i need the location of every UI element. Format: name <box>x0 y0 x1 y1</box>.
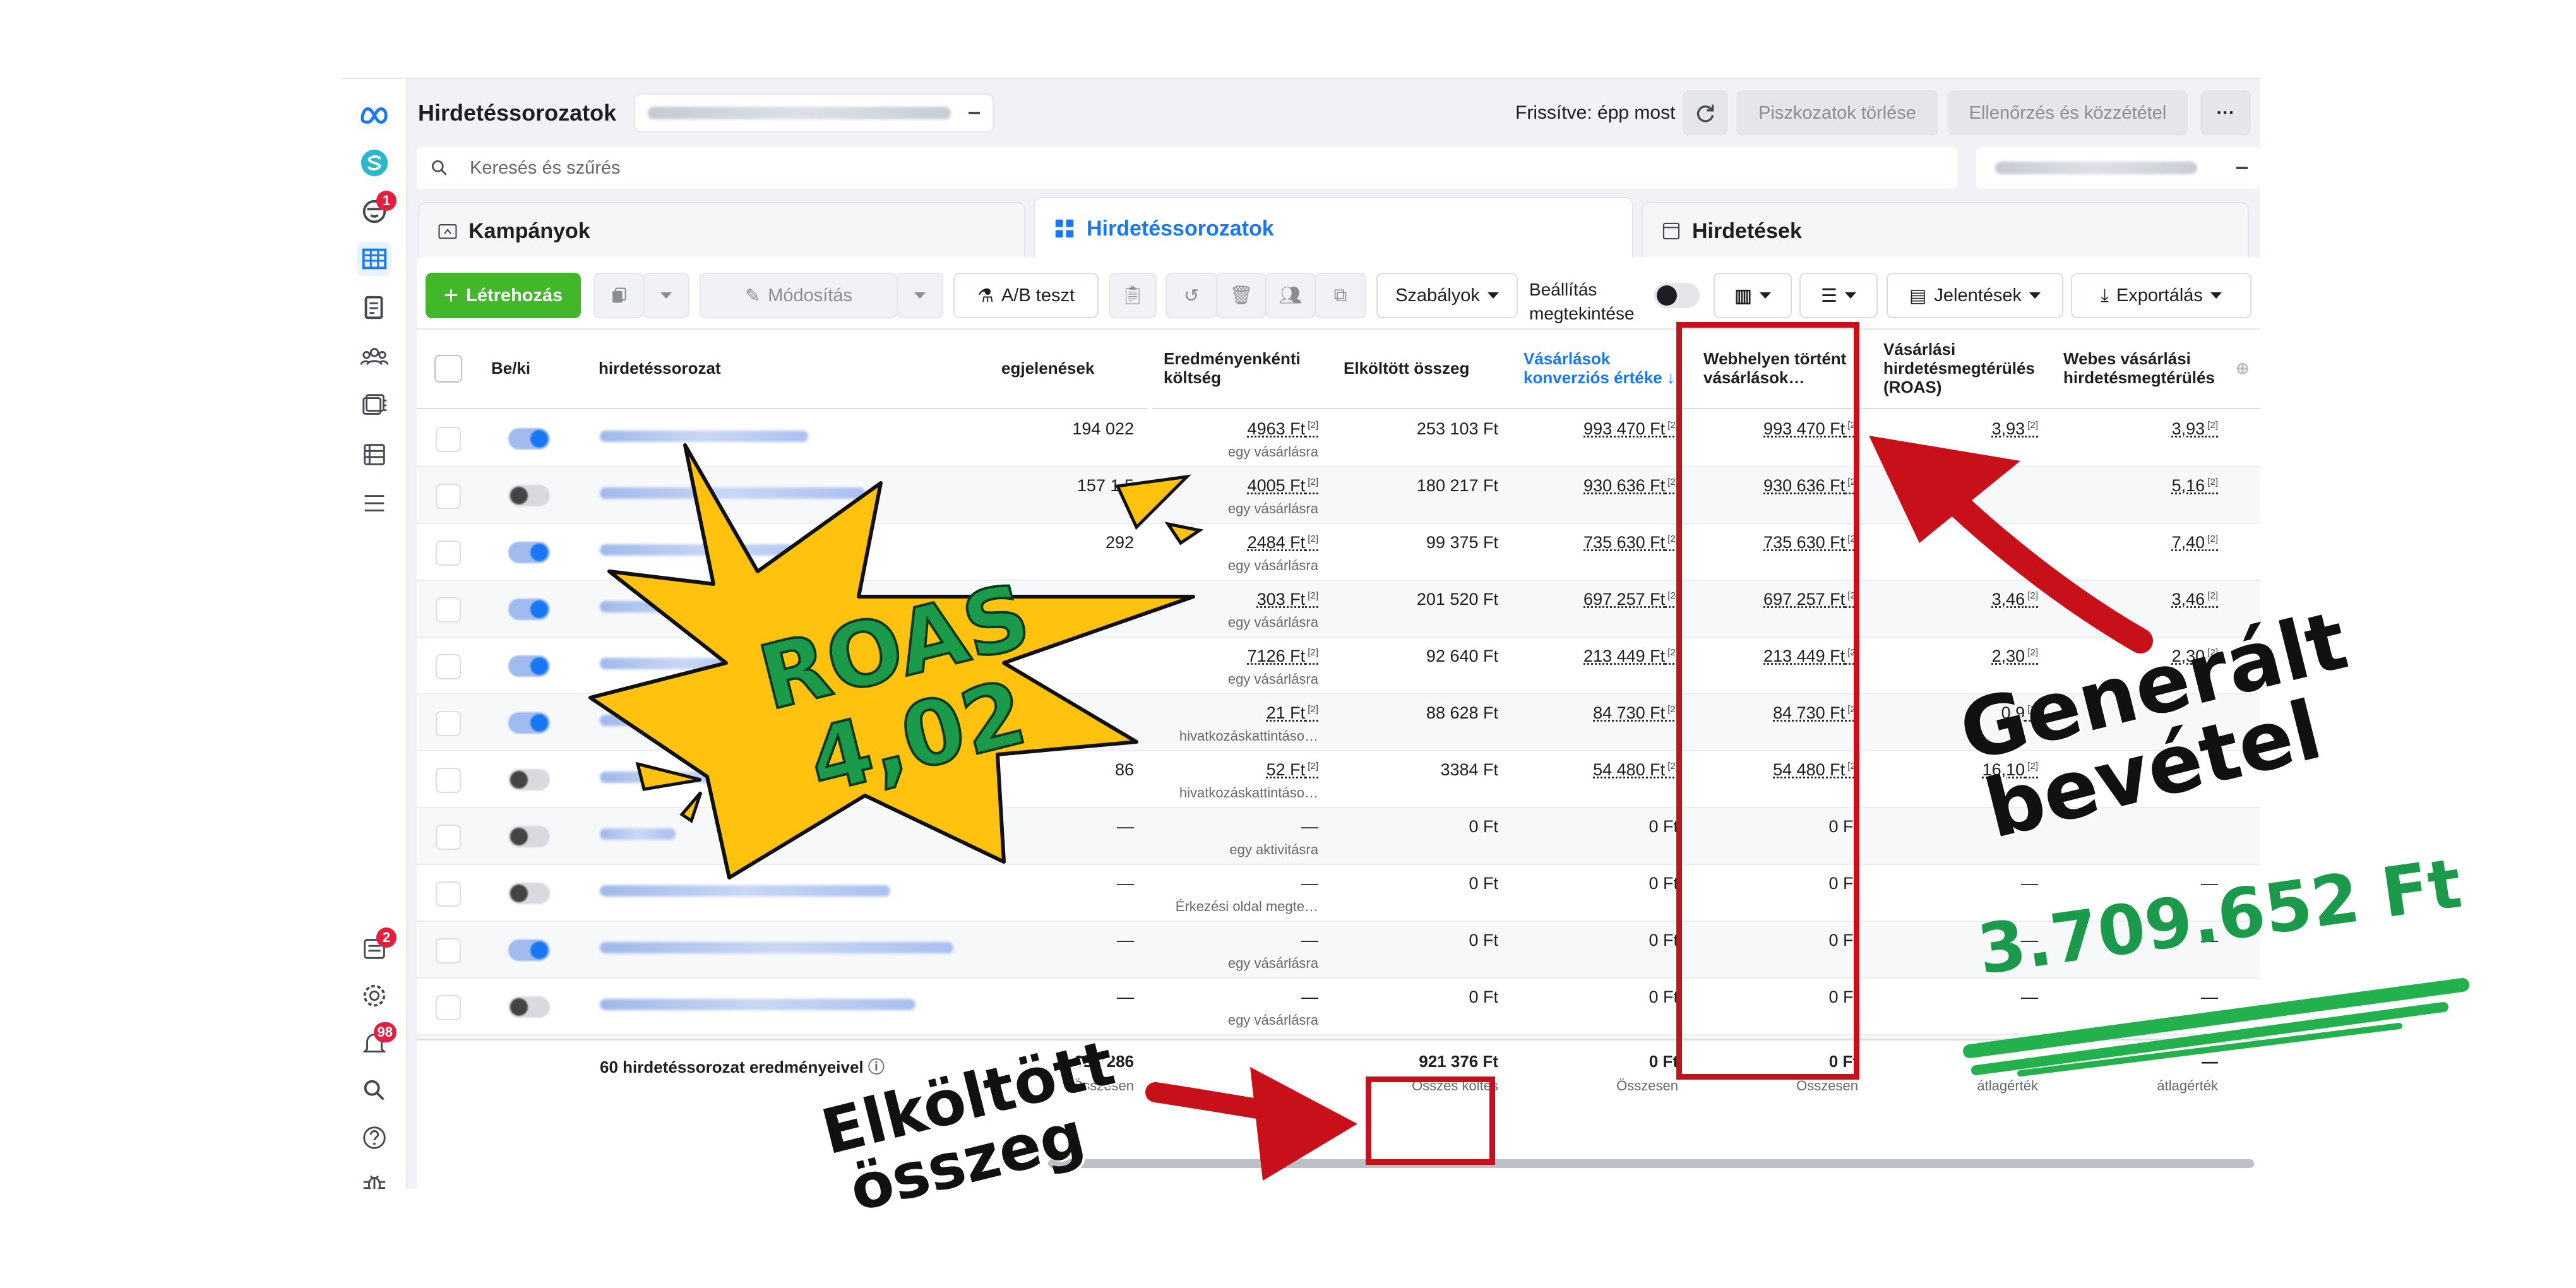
burst-spike <box>679 791 703 823</box>
burst-spike <box>1115 474 1192 530</box>
burst-spike <box>1164 522 1204 546</box>
red-arrow-spent-head <box>1250 1067 1357 1181</box>
